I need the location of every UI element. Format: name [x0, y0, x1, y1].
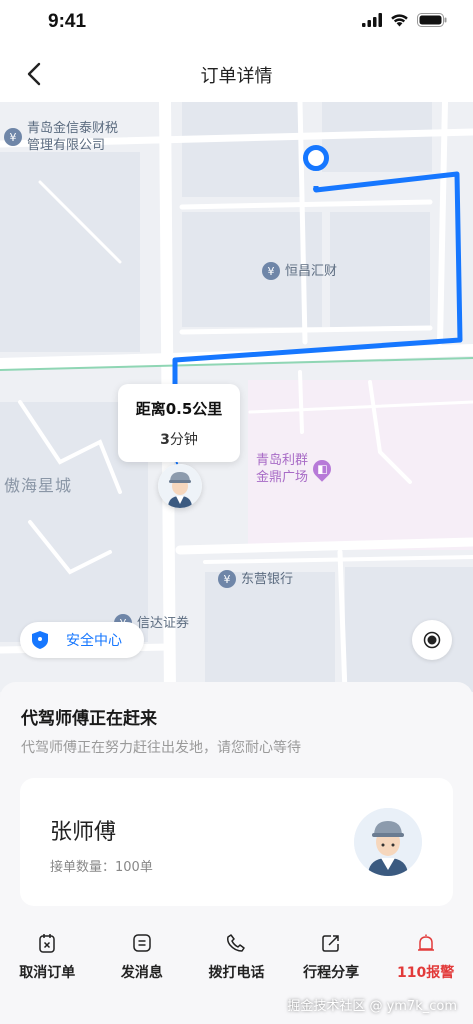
action-bar: 取消订单 发消息 拨打电话 行程分享 110报警 — [0, 932, 473, 992]
poi-label: 青岛金信泰财税 — [27, 121, 119, 136]
status-icons — [362, 13, 447, 27]
driver-order-count: 接单数量：100单 — [50, 860, 153, 875]
status-subtitle: 代驾师傅正在努力赶往出发地，请您耐心等待 — [21, 740, 301, 756]
bank-icon: ¥ — [4, 128, 22, 146]
share-icon — [320, 932, 342, 954]
order-status-panel: 代驾师傅正在赶来 代驾师傅正在努力赶往出发地，请您耐心等待 张师傅 接单数量：1… — [0, 682, 473, 1024]
poi-liqun[interactable]: 青岛利群 金鼎广场 ◧ — [256, 452, 335, 486]
alarm-110-button[interactable]: 110报警 — [378, 932, 473, 992]
safety-center-label: 安全中心 — [66, 633, 122, 649]
eta-distance: 距离0.5公里 — [135, 400, 223, 418]
poi-label: 东营银行 — [241, 571, 294, 587]
signal-icon — [362, 13, 382, 27]
district-label: 傲海星城 — [4, 476, 73, 495]
locate-icon — [423, 631, 441, 649]
eta-time: 3分钟 — [160, 432, 198, 448]
status-bar: 9:41 — [0, 0, 473, 46]
origin-pin-icon — [303, 145, 329, 171]
poi-hengchang[interactable]: ¥ 恒昌汇财 — [262, 262, 337, 280]
action-label: 拨打电话 — [208, 965, 265, 981]
eta-bubble: 距离0.5公里 3分钟 — [118, 384, 240, 462]
action-label: 行程分享 — [303, 965, 360, 981]
action-label: 110报警 — [397, 965, 455, 981]
send-message-button[interactable]: 发消息 — [95, 932, 190, 992]
driver-location-marker[interactable] — [158, 464, 202, 508]
driver-avatar-icon — [158, 464, 202, 508]
cancel-order-icon — [36, 932, 58, 954]
safety-center-button[interactable]: 安全中心 — [20, 622, 144, 658]
bank-icon: ¥ — [262, 262, 280, 280]
driver-card[interactable]: 张师傅 接单数量：100单 — [20, 778, 453, 906]
share-trip-button[interactable]: 行程分享 — [284, 932, 379, 992]
cancel-order-button[interactable]: 取消订单 — [0, 932, 95, 992]
message-icon — [131, 932, 153, 954]
map-view[interactable]: ¥ 青岛金信泰财税 管理有限公司 ¥ 恒昌汇财 青岛利群 金鼎广场 ◧ ¥ 东营… — [0, 102, 473, 692]
call-button[interactable]: 拨打电话 — [189, 932, 284, 992]
alarm-icon — [415, 932, 437, 954]
shield-icon — [32, 631, 48, 649]
poi-label: 管理有限公司 — [27, 138, 106, 153]
watermark: 掘金技术社区 @ ym7k_com — [287, 999, 457, 1014]
poi-label: 信达证券 — [137, 615, 190, 631]
battery-icon — [417, 13, 447, 27]
page-title: 订单详情 — [200, 66, 273, 87]
poi-dongying-bank[interactable]: ¥ 东营银行 — [218, 570, 293, 588]
action-label: 发消息 — [120, 965, 163, 981]
phone-icon — [225, 932, 247, 954]
poi-label: 恒昌汇财 — [285, 263, 338, 279]
bank-icon: ¥ — [218, 570, 236, 588]
status-time: 9:41 — [48, 11, 87, 32]
poi-qingdao-jinxintai[interactable]: ¥ 青岛金信泰财税 管理有限公司 — [4, 120, 118, 154]
nav-bar: 订单详情 — [0, 46, 473, 102]
locate-button[interactable] — [412, 620, 452, 660]
avatar — [354, 808, 422, 876]
wifi-icon — [391, 14, 408, 27]
poi-label: 金鼎广场 — [256, 470, 309, 485]
status-title: 代驾师傅正在赶来 — [21, 709, 157, 729]
action-label: 取消订单 — [19, 965, 76, 981]
driver-avatar-icon — [354, 808, 422, 876]
driver-name: 张师傅 — [50, 820, 117, 845]
shopping-bag-icon: ◧ — [309, 456, 335, 482]
poi-label: 青岛利群 — [256, 453, 309, 468]
